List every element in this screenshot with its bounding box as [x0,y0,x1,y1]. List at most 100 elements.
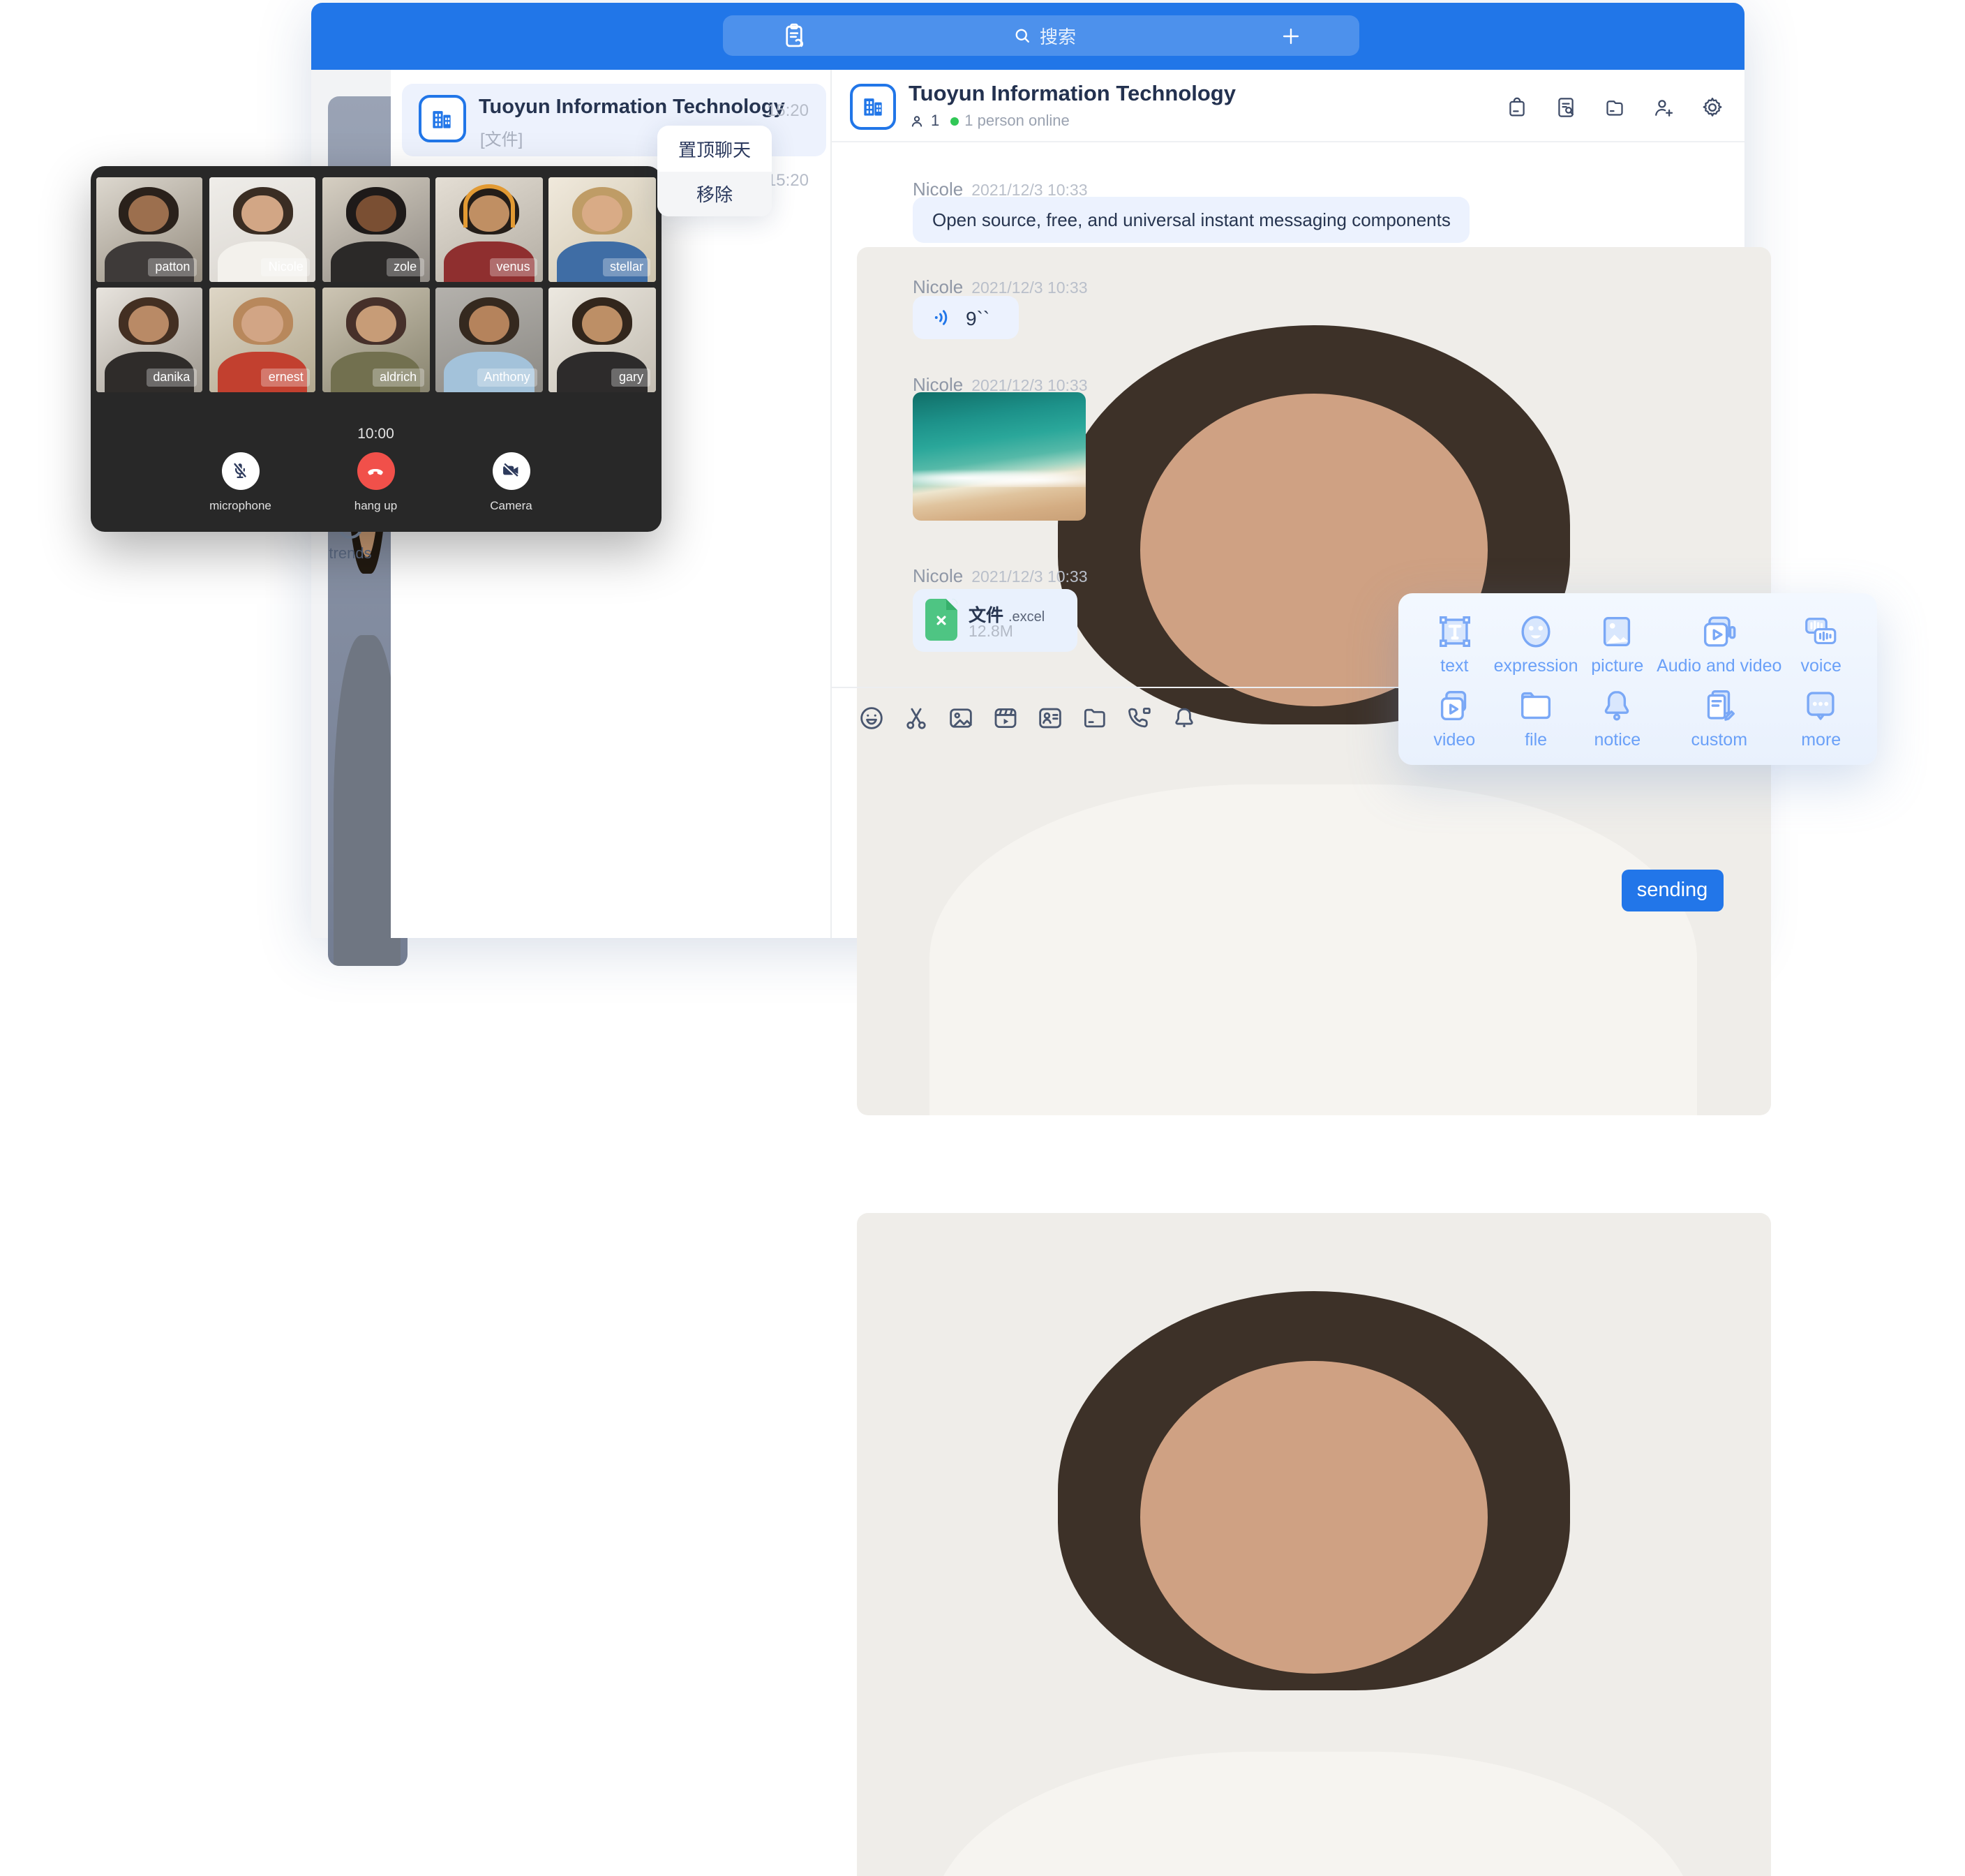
voice-message[interactable]: 9`` [913,296,1019,339]
contact-card-icon[interactable] [1035,703,1064,732]
panel-item-voice[interactable]: voice [1781,607,1860,680]
hangup-button[interactable]: hang up [333,452,419,512]
announcement-icon[interactable] [1504,95,1530,120]
picture-icon [1597,612,1638,653]
sound-wave-icon [931,306,955,329]
chat-title: Tuoyun Information Technology [909,82,1236,107]
voice-icon [1801,612,1841,653]
panel-item-label: expression [1494,657,1578,676]
video-tile: aldrich [322,288,429,392]
video-tile: stellar [549,177,656,281]
notice-icon [1597,685,1638,726]
screenshot-icon[interactable] [901,703,930,732]
menu-item-remove[interactable]: 移除 [657,171,772,216]
search-placeholder[interactable]: 搜索 [1040,22,1076,49]
person-add-icon[interactable] [1651,95,1676,120]
context-menu: 置顶聊天 移除 [657,126,772,216]
file-message[interactable]: 文件 .excel 12.8M [913,589,1077,652]
search-icon [1012,25,1033,46]
panel-item-picture[interactable]: picture [1578,607,1657,680]
call-timer: 10:00 [90,426,662,442]
building-icon [418,95,465,142]
panel-item-label: picture [1591,657,1643,676]
microphone-button[interactable]: microphone [197,452,284,512]
participant-name: zole [387,258,424,276]
panel-item-audio-video[interactable]: Audio and video [1657,607,1781,680]
conversation-time: 15:20 [767,100,809,119]
voice-duration: 9`` [966,306,989,329]
message-meta: Nicole 2021/12/3 10:33 [913,565,1088,586]
plus-icon[interactable] [1278,23,1303,48]
panel-item-label: video [1433,730,1475,750]
camera-muted-icon[interactable] [493,452,530,489]
call-controls: microphone hang up [90,452,662,512]
sender-name: Nicole [913,565,963,586]
folder-icon[interactable] [1602,95,1627,120]
video-grid: patton Nicole zole venus stellar danika [96,177,656,392]
panel-item-label: notice [1594,730,1641,750]
send-button[interactable]: sending [1622,870,1723,911]
folder-icon[interactable] [1079,703,1109,732]
panel-item-video[interactable]: video [1415,680,1494,754]
message-meta: Nicole 2021/12/3 10:33 [913,276,1088,297]
bell-icon[interactable] [1169,703,1198,732]
panel-item-file[interactable]: file [1494,680,1578,754]
chat-header: Tuoyun Information Technology 1 1 person… [831,69,1744,142]
text-message[interactable]: Open source, free, and universal instant… [913,197,1470,243]
conversation-last-message: [文件] [480,126,523,150]
participant-name: danika [146,368,197,386]
file-name: 文件 .excel [969,600,1045,627]
headphones [463,184,515,228]
more-icon [1801,685,1841,726]
sender-avatar[interactable] [857,1213,1770,1876]
panel-item-notice[interactable]: notice [1578,680,1657,754]
excel-file-icon [925,599,957,641]
participant-name: aldrich [373,368,424,386]
video-icon[interactable] [990,703,1019,732]
file-ext: .excel [1008,610,1045,625]
participant-name: Anthony [477,368,537,386]
clipboard-phone-icon[interactable] [779,20,809,51]
video-icon [1434,685,1474,726]
online-dot [950,117,959,125]
video-tile: ernest [209,288,315,392]
panel-item-expression[interactable]: expression [1494,607,1578,680]
message-time: 2021/12/3 10:33 [971,281,1087,297]
search-bar[interactable]: 搜索 [723,15,1359,56]
file-size: 12.8M [969,624,1013,641]
camera-button[interactable]: Camera [468,452,555,512]
sender-name: Nicole [913,276,963,297]
video-tile: zole [322,177,429,281]
file-icon [1516,685,1556,726]
message-type-panel: text expression picture [1398,593,1877,765]
file-search-icon[interactable] [1553,95,1578,120]
message-time: 2021/12/3 10:33 [971,570,1087,586]
video-call-icon[interactable] [1124,703,1153,732]
participant-name: patton [148,258,197,276]
emoji-icon[interactable] [856,703,886,732]
mic-muted-icon[interactable] [222,452,260,489]
panel-item-label: more [1801,730,1841,750]
text-icon [1434,612,1474,653]
panel-item-more[interactable]: more [1781,680,1860,754]
participant-name: gary [612,368,650,386]
panel-item-custom[interactable]: custom [1657,680,1781,754]
conversation-title: Tuoyun Information Technology [479,96,785,118]
panel-item-label: file [1525,730,1547,750]
expression-icon [1516,612,1556,653]
image-message[interactable] [913,392,1086,521]
video-tile: danika [96,288,202,392]
video-call-overlay: patton Nicole zole venus stellar danika [90,165,662,532]
camera-label: Camera [468,498,555,512]
participant-name: ernest [262,368,311,386]
panel-item-label: custom [1691,730,1747,750]
hangup-icon[interactable] [357,452,395,489]
trends-label: trends [311,545,390,562]
building-icon [849,84,895,130]
picture-icon[interactable] [946,703,975,732]
conversation-time-2: 15:20 [767,170,809,189]
menu-item-pin-chat[interactable]: 置顶聊天 [657,126,772,171]
panel-item-text[interactable]: text [1415,607,1494,680]
video-tile: Anthony [435,288,542,392]
gear-icon[interactable] [1700,95,1725,120]
